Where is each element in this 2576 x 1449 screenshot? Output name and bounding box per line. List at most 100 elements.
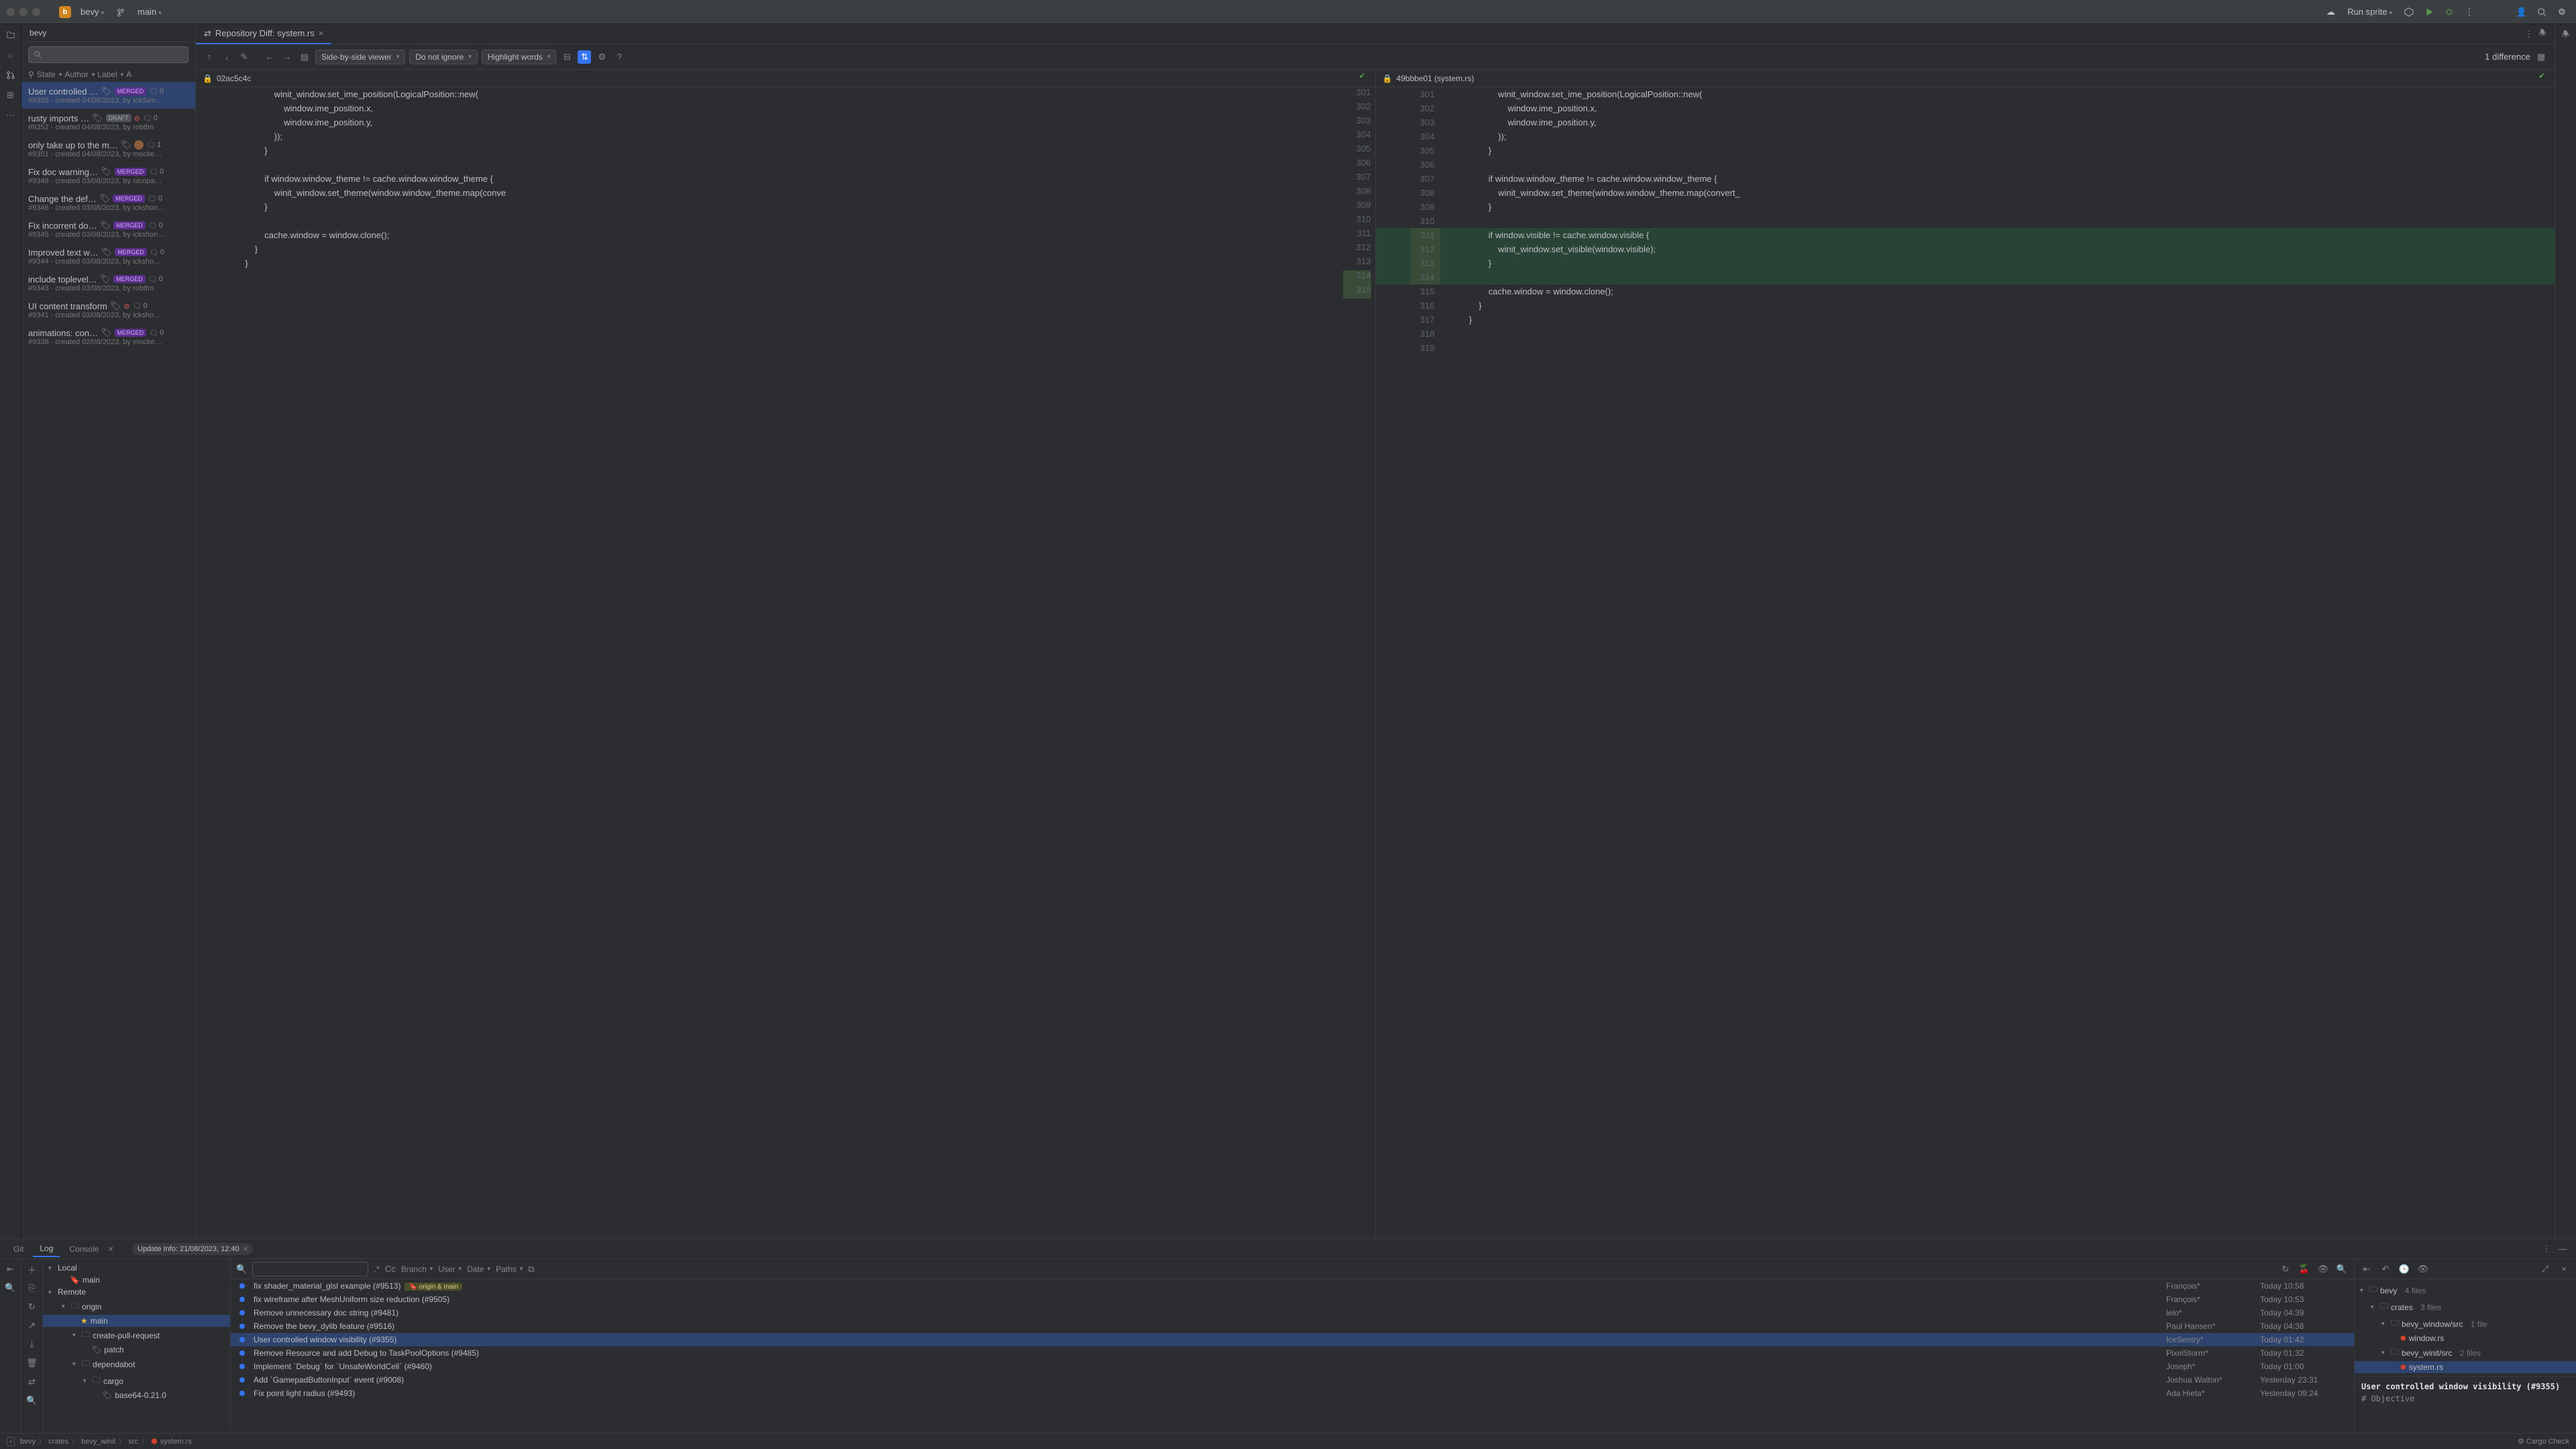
notifications-icon[interactable]: 🕭 — [2536, 28, 2549, 41]
panel-options-icon[interactable]: ⋮ — [2540, 1242, 2553, 1256]
fetch-icon[interactable]: ⤓ — [26, 1338, 38, 1350]
crumb-segment[interactable]: system.rs — [160, 1438, 192, 1446]
tab-log[interactable]: Log — [33, 1241, 60, 1257]
tab-options-icon[interactable]: ⋮ — [2522, 28, 2536, 41]
commit-row[interactable]: Remove the bevy_dylib feature (#9516)Pau… — [231, 1320, 2354, 1333]
commit-row[interactable]: Remove unnecessary doc string (#9481)lel… — [231, 1306, 2354, 1320]
branches-tree[interactable]: ▾Local 🔖main ▾Remote ▾🗀origin ★main ▾🗀cr… — [43, 1259, 231, 1433]
pr-panel-tab[interactable]: bevy — [21, 24, 195, 42]
tree-origin-main[interactable]: ★main — [43, 1315, 230, 1327]
update-icon[interactable]: ↻ — [26, 1301, 38, 1313]
crumb-segment[interactable]: src — [128, 1438, 138, 1446]
filter-paths[interactable]: Paths▾ — [496, 1265, 523, 1274]
pr-item[interactable]: rusty imports …🏷DRAFT⊘🗨0#9352 · created … — [21, 109, 195, 136]
highlight-mode-select[interactable]: Highlight words▾ — [482, 50, 557, 64]
pr-item[interactable]: Change the def…🏷MERGED🗨0#9346 · created … — [21, 189, 195, 216]
tree-remote[interactable]: ▾Remote — [43, 1286, 230, 1298]
pr-item[interactable]: Fix incorrent do…🏷MERGED🗨0#9345 · create… — [21, 216, 195, 243]
pr-item[interactable]: animations: con…🏷MERGED🗨0#9338 · created… — [21, 323, 195, 350]
min-dot[interactable] — [19, 8, 28, 16]
pr-search-input[interactable] — [28, 46, 189, 63]
new-branch-icon[interactable]: ＋ — [26, 1263, 38, 1275]
more-tool-icon[interactable]: ⋯ — [4, 109, 17, 122]
structure-tool-icon[interactable]: ⊞ — [4, 89, 17, 102]
commit-row[interactable]: fix shader_material_glsl example (#9513)… — [231, 1279, 2354, 1293]
breadcrumb[interactable]: bevy〉crates〉bevy_winit〉src〉⬢ system.rs — [20, 1436, 192, 1447]
pr-item[interactable]: UI content transform🏷⊘🗨0#9341 · created … — [21, 297, 195, 323]
tree-local-main[interactable]: 🔖main — [43, 1274, 230, 1286]
filter-assignee[interactable]: A — [126, 70, 131, 79]
update-info-chip[interactable]: Update Info: 21/08/2023, 12:40× — [132, 1243, 253, 1255]
expand-icon[interactable]: ⤢ — [2538, 1263, 2552, 1276]
edit-icon[interactable]: ✎ — [237, 50, 251, 64]
filter-label[interactable]: Label▾ — [97, 70, 123, 79]
tab-console[interactable]: Console — [62, 1242, 105, 1256]
tree-patch[interactable]: 🏷patch — [43, 1344, 230, 1356]
pr-list[interactable]: User controlled …🏷MERGED🗨0#9355 · create… — [21, 82, 195, 1238]
nav-fwd-icon[interactable]: → — [280, 50, 294, 64]
viewer-mode-select[interactable]: Side-by-side viewer▾ — [315, 50, 405, 64]
sync-scroll-icon[interactable]: ⇅ — [578, 50, 591, 64]
cherry-pick-icon[interactable]: 🍒 — [2298, 1263, 2311, 1276]
nav-back-icon[interactable]: ← — [263, 50, 276, 64]
panel-hide-icon[interactable]: — — [2556, 1242, 2569, 1256]
commit-search-input[interactable] — [252, 1262, 368, 1277]
diff-body[interactable]: winit_window.set_ime_position(LogicalPos… — [196, 87, 2555, 1238]
ignore-mode-select[interactable]: Do not ignore▾ — [409, 50, 478, 64]
refresh-icon[interactable]: ↻ — [2279, 1263, 2292, 1276]
eye-icon[interactable]: 👁 — [2316, 1263, 2330, 1276]
commit-row[interactable]: fix wireframe after MeshUniform size red… — [231, 1293, 2354, 1306]
run-config-dropdown[interactable]: Run sprite▾ — [2343, 5, 2396, 18]
search-icon[interactable]: 🔍 — [236, 1264, 247, 1275]
pr-item[interactable]: include toplevel…🏷MERGED🗨0#9343 · create… — [21, 270, 195, 297]
tree-base64[interactable]: 🏷base64-0.21.0 — [43, 1389, 230, 1401]
filter-icon[interactable]: ⚲ — [28, 70, 34, 79]
notifications-tool-icon[interactable]: 🕭 — [2562, 28, 2570, 43]
match-case-toggle[interactable]: Cc — [385, 1264, 396, 1274]
compare-icon[interactable]: ⇄ — [26, 1376, 38, 1388]
run-icon[interactable] — [2422, 5, 2436, 19]
search-tree-icon[interactable]: 🔍 — [5, 1282, 17, 1294]
changed-files-tree[interactable]: ▾🗀bevy 4 files ▾🗀crates 3 files ▾🗀bevy_w… — [2355, 1279, 2576, 1376]
crumb-segment[interactable]: bevy_winit — [81, 1438, 115, 1446]
prev-diff-icon[interactable]: ↑ — [203, 50, 216, 64]
preview-diff-icon[interactable]: 👁 — [2416, 1263, 2430, 1276]
delete-icon[interactable]: 🗑 — [26, 1357, 38, 1369]
filter-date[interactable]: Date▾ — [467, 1265, 490, 1274]
commit-row[interactable]: Implement `Debug` for `UnsafeWorldCell` … — [231, 1360, 2354, 1373]
commit-row[interactable]: User controlled window visibility (#9355… — [231, 1333, 2354, 1346]
tree-cargo[interactable]: ▾🗀cargo — [43, 1373, 230, 1389]
history-icon[interactable]: 🕓 — [2398, 1263, 2411, 1276]
help-icon[interactable]: ? — [612, 50, 626, 64]
filter-branch[interactable]: Branch▾ — [401, 1265, 433, 1274]
close-detail-icon[interactable]: × — [2557, 1263, 2571, 1276]
window-controls[interactable] — [7, 8, 40, 16]
push-icon[interactable]: ↗ — [26, 1320, 38, 1332]
close-dot[interactable] — [7, 8, 15, 16]
tree-dependabot[interactable]: ▾🗀dependabot — [43, 1356, 230, 1373]
commit-row[interactable]: Fix point light radius (#9493)Ada Hieta*… — [231, 1387, 2354, 1400]
tree-cpr[interactable]: ▾🗀create-pull-request — [43, 1327, 230, 1344]
pull-requests-tool-icon[interactable] — [4, 68, 17, 82]
filter-user[interactable]: User▾ — [438, 1265, 462, 1274]
build-icon[interactable] — [2402, 5, 2416, 19]
checkout-icon[interactable]: ⎘ — [26, 1282, 38, 1294]
commit-list[interactable]: fix shader_material_glsl example (#9513)… — [231, 1279, 2354, 1433]
pr-item[interactable]: User controlled …🏷MERGED🗨0#9355 · create… — [21, 82, 195, 109]
regex-toggle[interactable]: .* — [374, 1264, 380, 1274]
prev-commit-icon[interactable]: ⇤ — [2360, 1263, 2373, 1276]
project-dropdown[interactable]: bevy▾ — [76, 5, 108, 18]
tree-origin[interactable]: ▾🗀origin — [43, 1298, 230, 1315]
cargo-check-status[interactable]: ⚙ Cargo Check — [2518, 1437, 2569, 1446]
cloud-icon[interactable]: ☁ — [2323, 5, 2338, 19]
filter-author[interactable]: Author▾ — [64, 70, 95, 79]
find-commit-icon[interactable]: 🔍 — [2335, 1263, 2349, 1276]
revert-icon[interactable]: ↶ — [2379, 1263, 2392, 1276]
commit-row[interactable]: Remove Resource and add Debug to TaskPoo… — [231, 1346, 2354, 1360]
project-tool-icon[interactable] — [4, 28, 17, 42]
find-icon[interactable]: 🔍 — [26, 1395, 38, 1407]
commit-tool-icon[interactable]: ○ — [4, 48, 17, 62]
open-new-tab-icon[interactable]: ⧉ — [528, 1264, 534, 1275]
close-console-icon[interactable]: × — [108, 1244, 113, 1254]
collapse-tree-icon[interactable]: ⇤ — [5, 1263, 17, 1275]
